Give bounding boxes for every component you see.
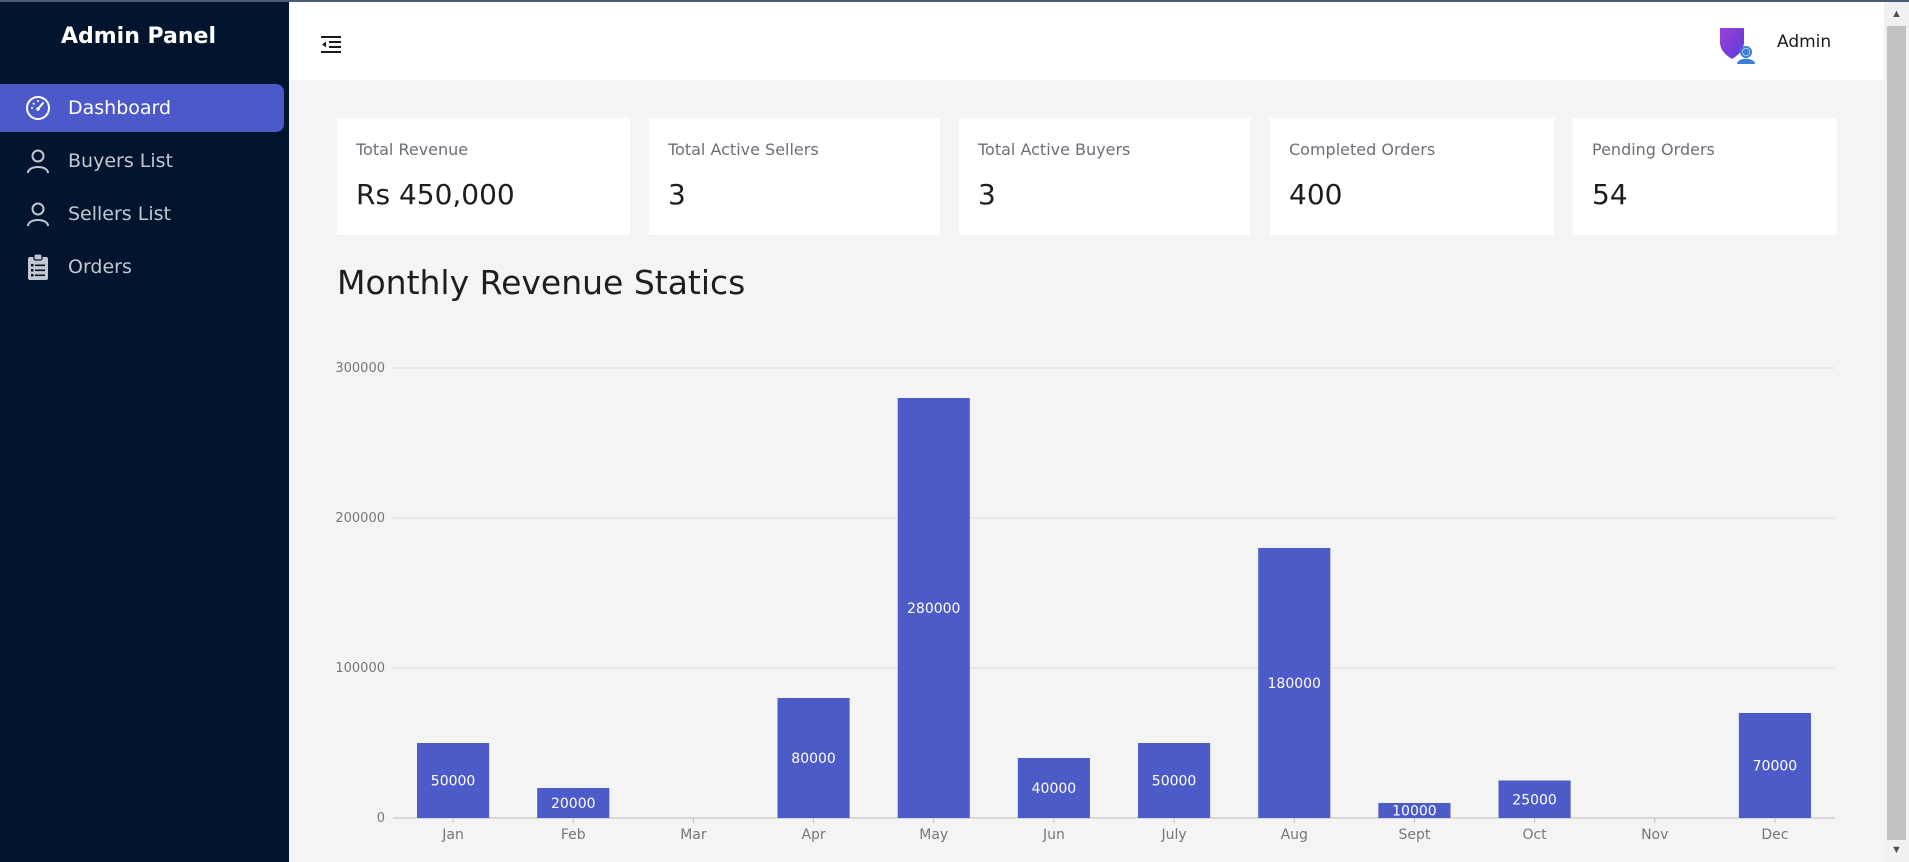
stat-card-total-revenue: Total Revenue Rs 450,000 bbox=[337, 118, 630, 235]
sidebar-item-label: Buyers List bbox=[68, 150, 173, 172]
top-header: Admin bbox=[289, 2, 1884, 80]
data-label: 280000 bbox=[907, 601, 960, 617]
sidebar-item-orders[interactable]: Orders bbox=[0, 243, 284, 291]
x-tick-label: Dec bbox=[1761, 827, 1788, 843]
data-label: 10000 bbox=[1392, 804, 1437, 820]
y-tick-label: 0 bbox=[377, 811, 385, 826]
data-label: 25000 bbox=[1512, 792, 1557, 808]
x-tick-label: Apr bbox=[801, 827, 825, 843]
card-value: Rs 450,000 bbox=[356, 178, 515, 211]
scroll-up-icon[interactable]: ▲ bbox=[1884, 2, 1909, 26]
x-tick-label: Oct bbox=[1522, 827, 1547, 843]
x-tick-label: Aug bbox=[1281, 827, 1308, 843]
x-tick-label: Jun bbox=[1042, 827, 1065, 843]
speedometer-icon bbox=[24, 94, 52, 122]
data-label: 180000 bbox=[1268, 676, 1321, 692]
sidebar-item-label: Dashboard bbox=[68, 97, 172, 119]
y-tick-label: 300000 bbox=[335, 361, 385, 376]
data-label: 80000 bbox=[791, 751, 836, 767]
admin-shield-icon[interactable] bbox=[1717, 24, 1757, 64]
scroll-down-icon[interactable]: ▼ bbox=[1884, 838, 1909, 862]
chart-title: Monthly Revenue Statics bbox=[337, 263, 746, 302]
vertical-scrollbar[interactable]: ▲ ▼ bbox=[1884, 2, 1909, 862]
data-label: 40000 bbox=[1032, 781, 1077, 797]
sidebar-item-sellers-list[interactable]: Sellers List bbox=[0, 190, 284, 238]
user-icon bbox=[24, 200, 52, 228]
stat-card-total-active-buyers: Total Active Buyers 3 bbox=[959, 118, 1250, 235]
x-tick-label: July bbox=[1160, 827, 1186, 843]
sidebar: Admin Panel Dashboard Buyers List Seller… bbox=[0, 2, 289, 862]
x-tick-label: Jan bbox=[441, 827, 464, 843]
data-label: 20000 bbox=[551, 796, 596, 812]
data-label: 70000 bbox=[1753, 759, 1798, 775]
sidebar-item-label: Orders bbox=[68, 256, 132, 278]
monthly-revenue-chart: 0 100000 200000 300000 Jan 50000 Feb 20000 Mar Ap… bbox=[320, 340, 1840, 862]
sidebar-item-label: Sellers List bbox=[68, 203, 171, 225]
card-value: 3 bbox=[668, 178, 686, 211]
app-title: Admin Panel bbox=[60, 24, 217, 49]
x-tick-label: May bbox=[919, 827, 948, 843]
sidebar-item-buyers-list[interactable]: Buyers List bbox=[0, 137, 284, 185]
data-label: 50000 bbox=[1152, 774, 1197, 790]
sidebar-item-dashboard[interactable]: Dashboard bbox=[0, 84, 284, 132]
card-label: Pending Orders bbox=[1592, 140, 1715, 159]
card-label: Completed Orders bbox=[1289, 140, 1436, 159]
card-value: 54 bbox=[1592, 178, 1628, 211]
scrollbar-thumb[interactable] bbox=[1887, 26, 1906, 840]
x-tick-label: Sept bbox=[1398, 827, 1430, 843]
card-value: 400 bbox=[1289, 178, 1343, 211]
card-label: Total Revenue bbox=[356, 140, 469, 159]
data-label: 50000 bbox=[431, 774, 476, 790]
card-label: Total Active Sellers bbox=[668, 140, 819, 159]
menu-collapse-icon[interactable] bbox=[319, 32, 343, 56]
card-label: Total Active Buyers bbox=[978, 140, 1131, 159]
stat-card-total-active-sellers: Total Active Sellers 3 bbox=[649, 118, 940, 235]
x-tick-label: Feb bbox=[561, 827, 586, 843]
stat-card-pending-orders: Pending Orders 54 bbox=[1573, 118, 1837, 235]
clipboard-icon bbox=[24, 253, 52, 281]
x-tick-label: Nov bbox=[1641, 827, 1668, 843]
user-name[interactable]: Admin bbox=[1777, 32, 1831, 52]
y-tick-label: 100000 bbox=[335, 661, 385, 676]
x-tick-label: Mar bbox=[680, 827, 707, 843]
y-tick-label: 200000 bbox=[335, 511, 385, 526]
user-icon bbox=[24, 147, 52, 175]
card-value: 3 bbox=[978, 178, 996, 211]
stat-card-completed-orders: Completed Orders 400 bbox=[1270, 118, 1554, 235]
chart-canvas: 0 100000 200000 300000 Jan 50000 Feb 20000 Mar Ap… bbox=[335, 361, 1835, 843]
